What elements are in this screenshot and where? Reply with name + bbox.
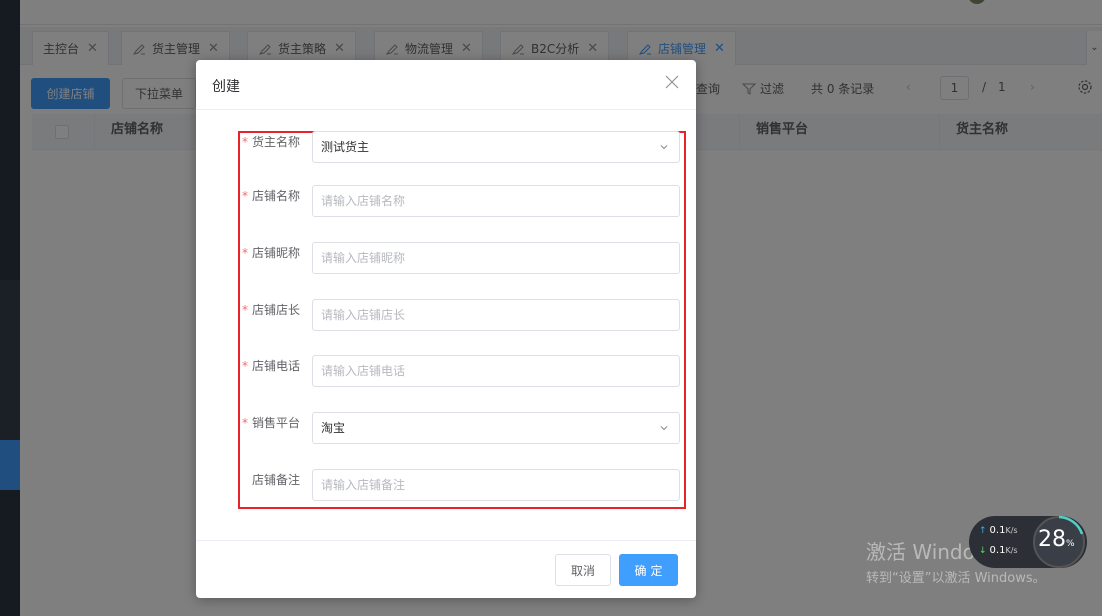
required-marker: * — [241, 246, 248, 260]
chevron-down-icon — [660, 145, 668, 150]
required-marker: * — [241, 135, 248, 149]
form-row-shipper-name: * 货主名称 测试货主 — [240, 131, 680, 163]
speed-unit: K/s — [1005, 546, 1018, 555]
watermark-subtitle: 转到“设置”以激活 Windows。 — [866, 571, 1046, 586]
form-row-store-remark: 店铺备注 — [240, 469, 680, 501]
dialog-header: 创建 — [196, 60, 696, 110]
form-row-sales-platform: * 销售平台 淘宝 — [240, 412, 680, 444]
cancel-button[interactable]: 取消 — [555, 554, 611, 586]
field-label: * 店铺昵称 — [241, 246, 300, 260]
store-name-input[interactable] — [312, 185, 680, 217]
selected-value: 淘宝 — [321, 421, 346, 435]
field-label: 店铺备注 — [251, 473, 300, 487]
dialog-title: 创建 — [212, 79, 240, 95]
shipper-name-select[interactable]: 测试货主 — [312, 131, 680, 163]
store-remark-input[interactable] — [312, 469, 680, 501]
speed-readout: ↑ 0.1K/s ↓ 0.1K/s — [979, 521, 1018, 561]
field-label: * 店铺店长 — [241, 303, 300, 317]
download-arrow-icon: ↓ — [979, 546, 987, 556]
required-marker: * — [241, 416, 248, 430]
form-row-store-phone: * 店铺电话 — [240, 355, 680, 387]
selected-value: 测试货主 — [321, 140, 370, 154]
form-row-store-manager: * 店铺店长 — [240, 299, 680, 331]
required-marker: * — [241, 303, 248, 317]
download-speed: 0.1 — [989, 545, 1006, 556]
chevron-down-icon — [660, 426, 668, 431]
sales-platform-select[interactable]: 淘宝 — [312, 412, 680, 444]
form-row-store-name: * 店铺名称 — [240, 185, 680, 217]
create-store-dialog: 创建 *货主名称 测试货主 *店铺名称 *店铺昵称 *店铺店长 *店铺电话 *销… — [196, 60, 696, 598]
store-manager-input[interactable] — [312, 299, 680, 331]
field-label: * 货主名称 — [241, 135, 300, 149]
field-label: * 店铺名称 — [241, 189, 300, 203]
required-marker: * — [241, 359, 248, 373]
field-label: * 销售平台 — [241, 416, 300, 430]
usage-percent: 28% — [1038, 527, 1075, 552]
required-marker: * — [241, 189, 248, 203]
upload-arrow-icon: ↑ — [979, 526, 987, 536]
field-label: * 店铺电话 — [241, 359, 300, 373]
network-speed-widget[interactable]: ↑ 0.1K/s ↓ 0.1K/s 28% — [969, 515, 1087, 568]
close-icon[interactable] — [664, 74, 680, 90]
speed-unit: K/s — [1005, 526, 1018, 535]
confirm-button[interactable]: 确定 — [619, 554, 678, 586]
dialog-footer: 取消 确定 — [196, 540, 696, 598]
store-phone-input[interactable] — [312, 355, 680, 387]
upload-speed: 0.1 — [989, 525, 1006, 536]
store-nickname-input[interactable] — [312, 242, 680, 274]
form-row-store-nickname: * 店铺昵称 — [240, 242, 680, 274]
